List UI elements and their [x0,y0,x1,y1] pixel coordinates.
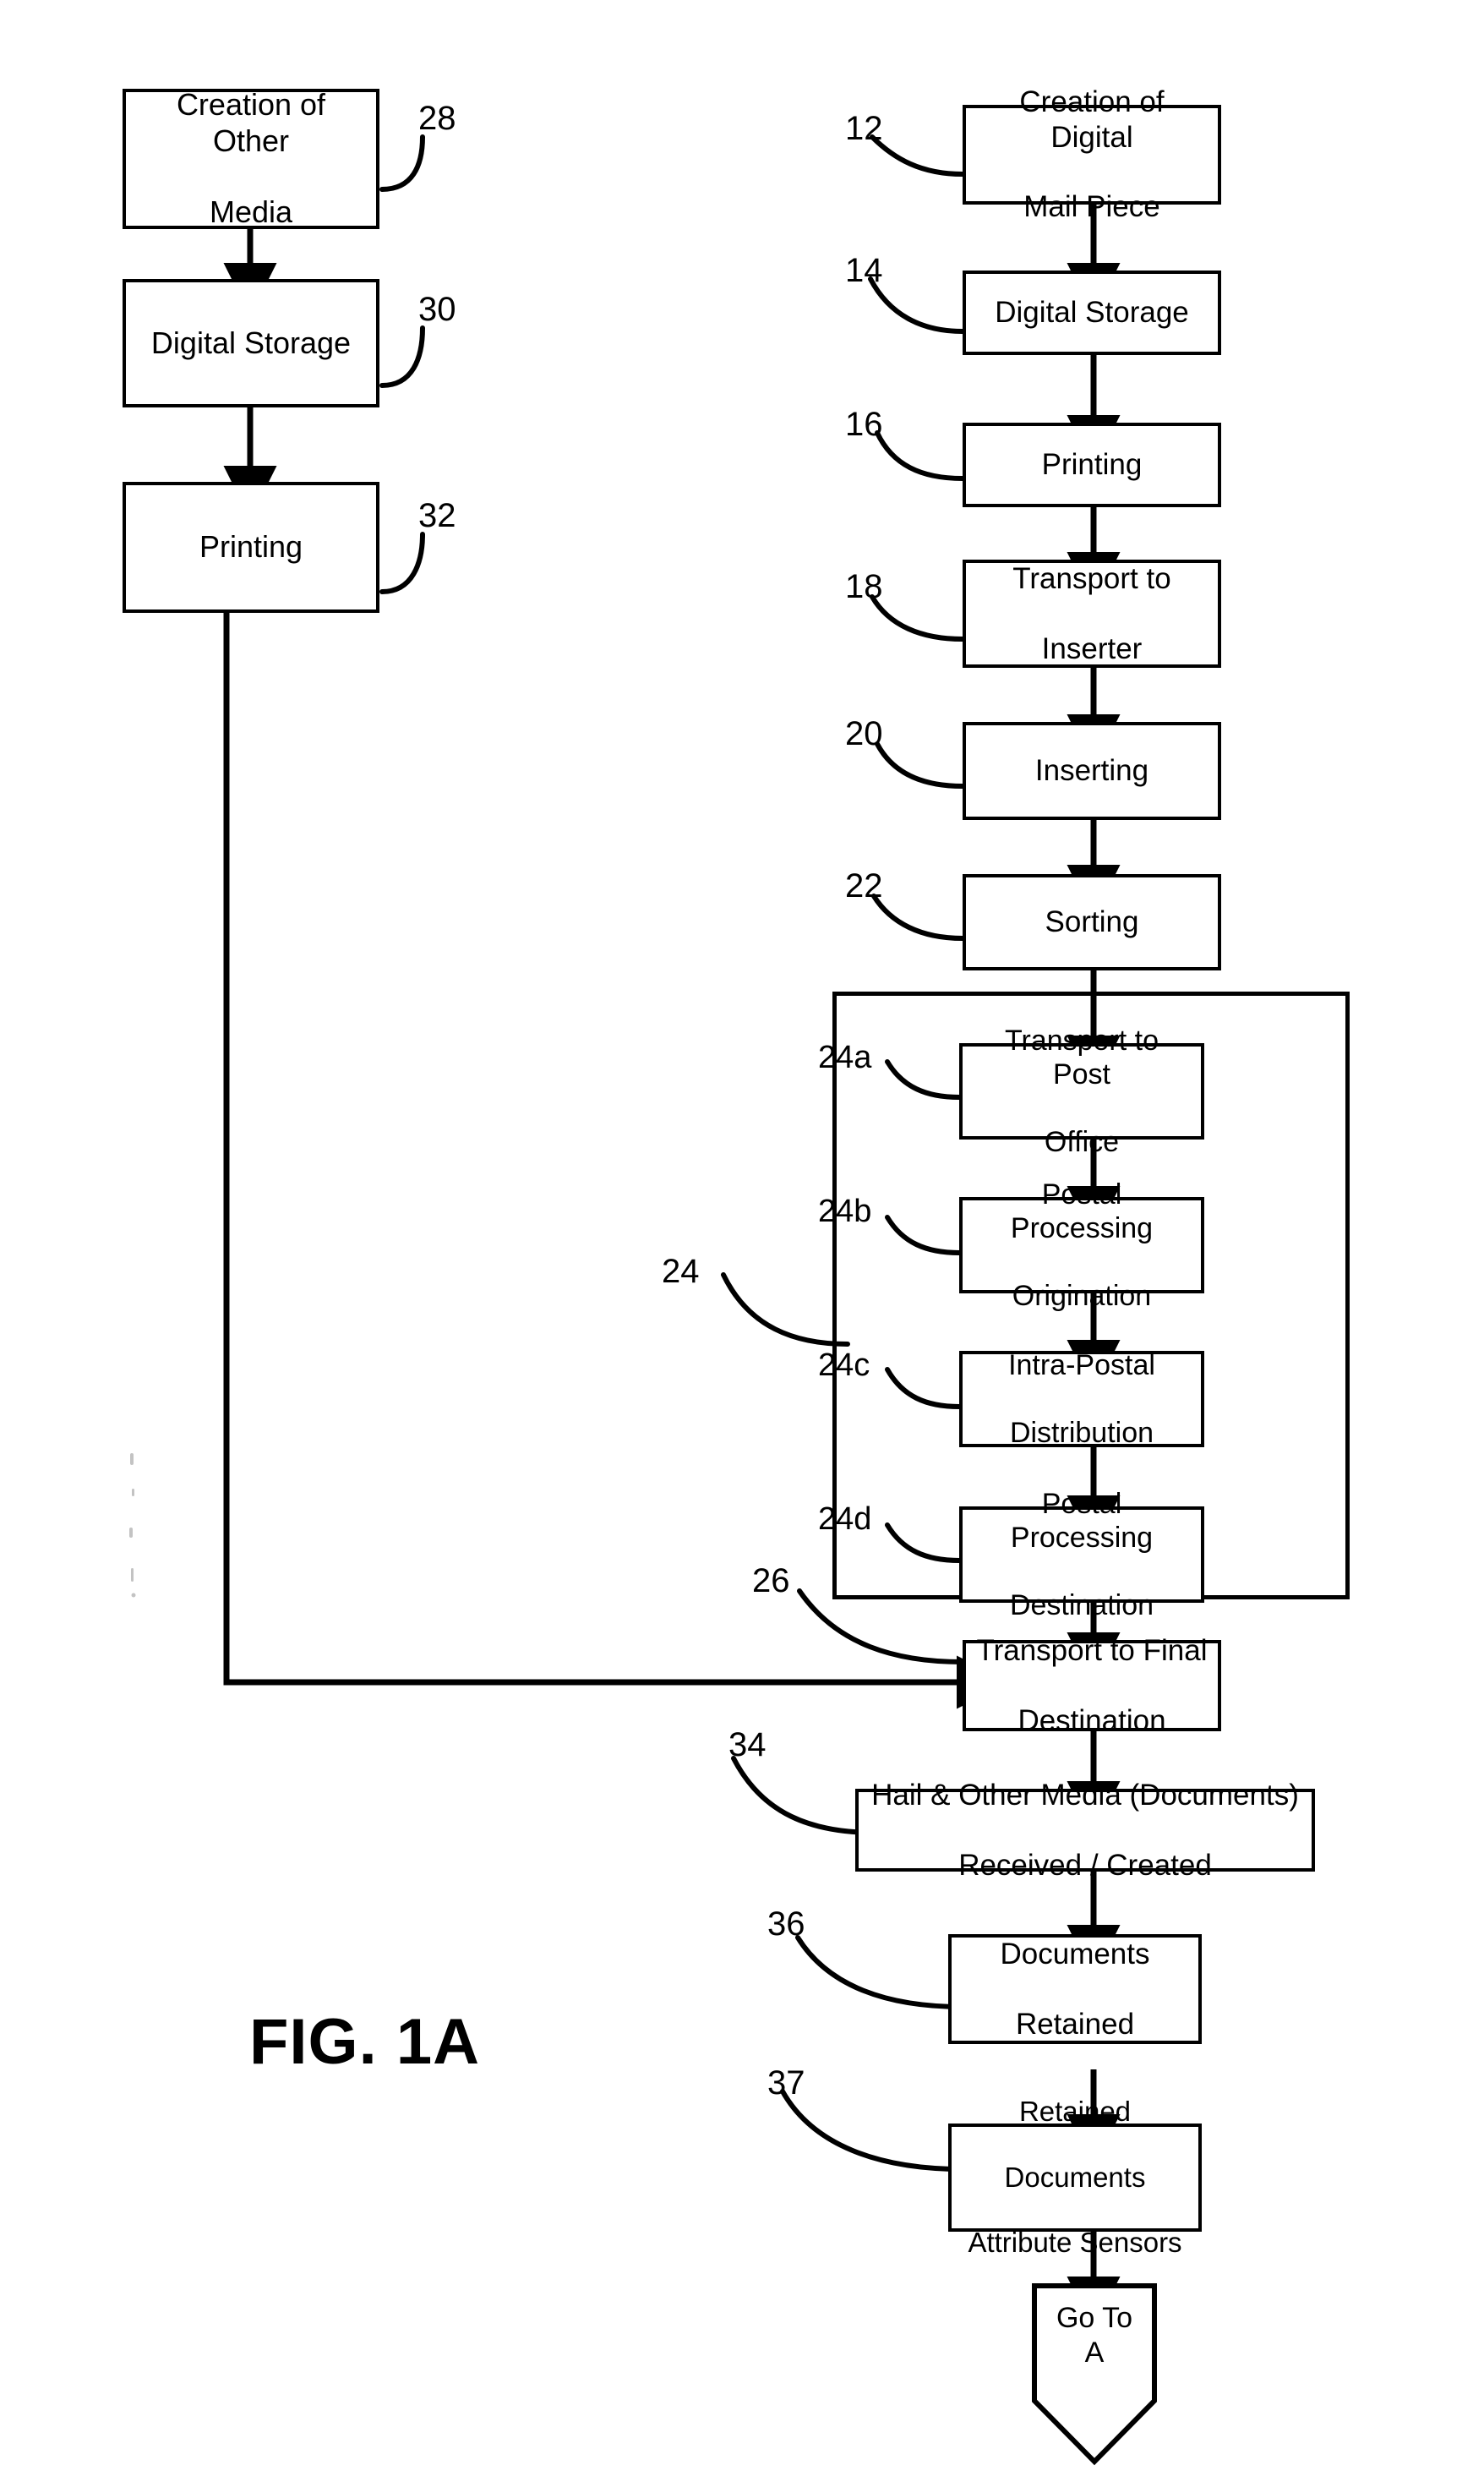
node-label: Inserting [1034,754,1149,788]
node-label-line1: Documents [1000,1938,1150,1971]
leader-16 [875,430,965,481]
node-creation-of-digital-mail-piece[interactable]: Creation of Digital Mail Piece [963,85,1221,223]
node-retained-documents-attribute-sensors[interactable]: Retained Documents Attribute Sensors [948,2096,1202,2258]
node-left-printing[interactable]: Printing [123,482,379,613]
ref-numeral-12: 12 [845,110,883,147]
node-label-line2: Mail Piece [1023,190,1160,224]
ref-numeral-28: 28 [418,100,456,137]
node-sorting[interactable]: Sorting [963,874,1221,970]
node-label: Documents Retained [952,1937,1198,2042]
node-label: Hail & Other Media (Documents) Received /… [859,1778,1312,1883]
node-label-line2: Received / Created [958,1848,1212,1882]
ref-numeral-32: 32 [418,497,456,534]
node-label-line1: Transport to [1012,562,1171,596]
node-label-line2: Distribution [1009,1417,1154,1450]
ref-numeral-16: 16 [845,406,883,443]
figure-label: FIG. 1A [249,2006,481,2078]
node-intra-postal-distribution[interactable]: Intra-Postal Distribution [959,1348,1204,1450]
node-label: Digital Storage [995,296,1189,330]
leader-22 [871,894,965,941]
leader-34 [731,1756,878,1835]
node-label-line1: Creation of Other [176,87,326,158]
ref-numeral-26: 26 [752,1562,790,1599]
node-label: Printing [1041,448,1143,482]
patent-figure-sheet: Creation of Other Media 28 Digital Storag… [0,0,1484,2487]
node-transport-to-post-office[interactable]: Transport to Post Office [959,1025,1204,1158]
go-to-connector-line1: Go To [1056,2302,1133,2334]
leader-37 [780,2089,965,2172]
ref-numeral-14: 14 [845,252,883,289]
ref-numeral-20: 20 [845,715,883,752]
leader-24 [721,1272,850,1347]
node-label-line2: Destination [1009,1589,1154,1622]
node-transport-to-final-destination[interactable]: Transport to Final Destination [963,1634,1221,1737]
node-label: Creation of Other Media [126,87,376,231]
ref-numeral-36: 36 [767,1905,805,1943]
go-to-connector-label: Go To A [1056,2286,1132,2370]
node-label: Postal Processing Origination [963,1178,1201,1313]
node-label-line1: Transport to Final [976,1634,1208,1668]
node-inserting[interactable]: Inserting [963,722,1221,820]
leader-18 [870,594,965,642]
node-label-line2: Inserter [1041,631,1143,665]
node-label-line2: Origination [1012,1280,1152,1313]
node-label: Printing [199,529,303,565]
node-label-line1: Postal Processing [1010,1178,1154,1244]
leader-12 [870,134,965,177]
node-documents-retained[interactable]: Documents Retained [948,1934,1202,2044]
leader-32 [379,532,425,594]
node-label-line1: Hail & Other Media (Documents) [871,1779,1299,1812]
node-left-digital-storage[interactable]: Digital Storage [123,279,379,407]
leader-26 [797,1588,965,1664]
leader-20 [875,741,965,789]
ref-numeral-37: 37 [767,2064,805,2102]
node-label: Intra-Postal Distribution [963,1348,1201,1450]
node-main-digital-storage[interactable]: Digital Storage [963,271,1221,355]
node-transport-to-inserter[interactable]: Transport to Inserter [963,560,1221,668]
leader-36 [795,1935,965,2009]
ref-numeral-34: 34 [728,1726,767,1763]
node-label: Sorting [1045,905,1139,939]
node-label-line1: Postal Processing [1010,1487,1154,1554]
node-postal-processing-origination[interactable]: Postal Processing Origination [959,1178,1204,1312]
leader-30 [379,325,425,388]
node-postal-processing-destination[interactable]: Postal Processing Destination [959,1488,1204,1621]
ref-numeral-24d: 24d [818,1501,872,1537]
node-label: Postal Processing Destination [963,1487,1201,1622]
node-label-line1: Intra-Postal [1008,1348,1155,1381]
node-label-line1: Retained [1018,2095,1132,2127]
node-label: Transport to Inserter [966,561,1218,666]
node-label: Retained Documents Attribute Sensors [952,2096,1198,2260]
ref-numeral-18: 18 [845,568,883,605]
scan-speckle [129,1453,136,1598]
node-label: Transport to Post Office [963,1024,1201,1159]
node-creation-of-other-media[interactable]: Creation of Other Media [123,87,379,231]
node-label-line3: Attribute Sensors [968,2227,1182,2259]
ref-numeral-22: 22 [845,867,883,905]
node-label-line2: Retained [1015,2007,1135,2041]
node-label: Creation of Digital Mail Piece [966,85,1218,224]
node-label-line2: Destination [1018,1703,1166,1737]
leader-28 [379,134,425,192]
node-mail-and-other-media-received-created[interactable]: Hail & Other Media (Documents) Received /… [855,1779,1315,1882]
node-main-printing[interactable]: Printing [963,423,1221,507]
leader-14 [868,276,965,334]
ref-numeral-24c: 24c [818,1347,870,1383]
go-to-connector-line2: A [1084,2336,1105,2369]
ref-numeral-30: 30 [418,291,456,328]
node-label: Digital Storage [150,325,352,360]
node-label-line1: Creation of Digital [1019,85,1165,154]
ref-numeral-24a: 24a [818,1040,872,1075]
node-label-line1: Transport to Post [1004,1024,1159,1090]
ref-numeral-24b: 24b [818,1194,872,1229]
node-label-line2: Media [209,194,293,230]
node-label-line2: Office [1044,1126,1120,1159]
ref-numeral-24: 24 [662,1253,700,1290]
node-label-line2: Documents [1004,2161,1146,2193]
node-label: Transport to Final Destination [966,1633,1218,1738]
go-to-connector[interactable]: Go To A [1034,2286,1154,2462]
